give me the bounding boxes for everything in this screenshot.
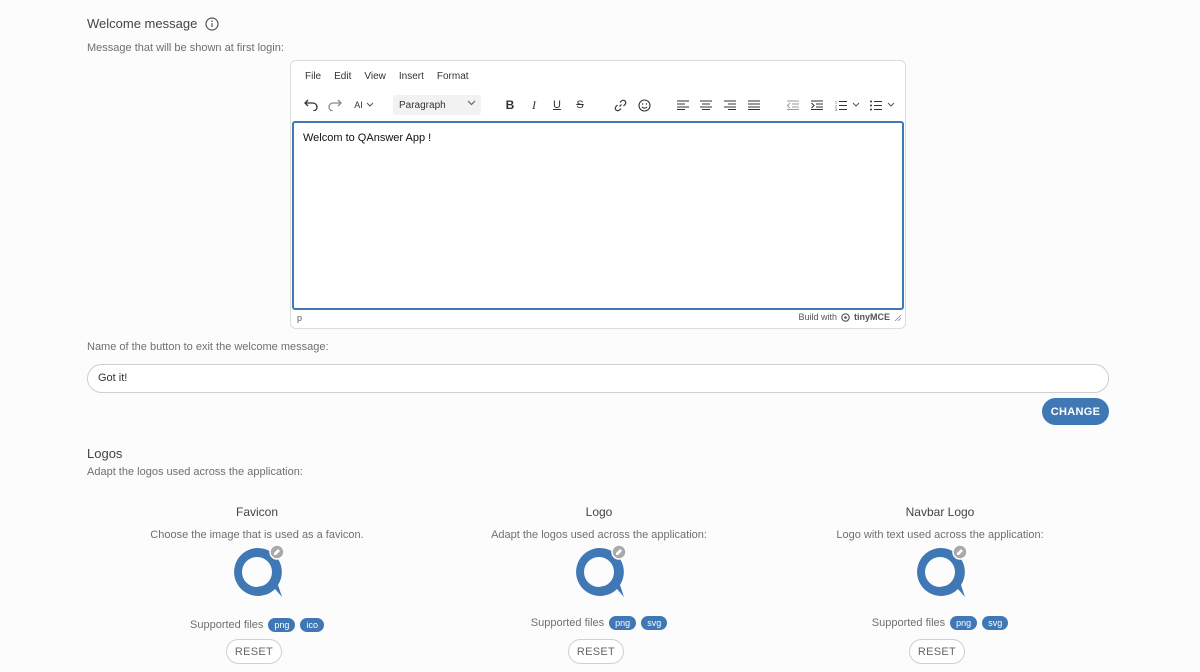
- logo-column: Logo Adapt the logos used across the app…: [429, 505, 769, 664]
- numbered-list-dropdown[interactable]: 123: [832, 94, 862, 116]
- format-chip: png: [268, 618, 296, 632]
- chevron-down-icon: [852, 102, 859, 107]
- favicon-supported-files: Supported files png ico: [87, 618, 427, 632]
- format-chip: png: [950, 616, 978, 630]
- resize-handle-icon: [894, 314, 901, 321]
- logo-preview[interactable]: [572, 544, 628, 601]
- branding-name: tinyMCE: [854, 312, 890, 322]
- format-chip: png: [609, 616, 637, 630]
- menu-view[interactable]: View: [364, 71, 386, 82]
- underline-icon[interactable]: U: [550, 94, 564, 116]
- menu-insert[interactable]: Insert: [399, 71, 424, 82]
- undo-icon[interactable]: [303, 94, 319, 116]
- tinymce-branding[interactable]: Build with tinyMCE: [798, 312, 901, 322]
- menu-edit[interactable]: Edit: [334, 71, 351, 82]
- format-chip: ico: [300, 618, 324, 632]
- qanswer-logo-icon: [234, 544, 285, 597]
- navbar-logo-description: Logo with text used across the applicati…: [836, 529, 1044, 541]
- qanswer-logo-icon: [917, 544, 968, 597]
- welcome-message-title: Welcome message: [87, 16, 219, 31]
- tinymce-logo-icon: [841, 312, 850, 322]
- logos-title: Logos: [87, 446, 123, 461]
- bullet-list-icon: [869, 100, 882, 110]
- navbar-logo-preview[interactable]: [913, 544, 969, 601]
- logos-description: Adapt the logos used across the applicat…: [87, 466, 303, 478]
- element-path[interactable]: p: [297, 313, 302, 323]
- welcome-description: Message that will be shown at first logi…: [87, 42, 284, 54]
- redo-icon[interactable]: [327, 94, 343, 116]
- chevron-down-icon: [467, 100, 476, 106]
- supported-files-label: Supported files: [190, 619, 264, 631]
- numbered-list-icon: 123: [835, 100, 847, 111]
- strikethrough-icon[interactable]: S: [573, 94, 587, 116]
- italic-icon[interactable]: I: [527, 94, 541, 116]
- format-chip: svg: [982, 616, 1009, 630]
- change-button[interactable]: CHANGE: [1042, 398, 1109, 425]
- exit-button-label: Name of the button to exit the welcome m…: [87, 341, 329, 353]
- editor-content-area[interactable]: Welcom to QAnswer App !: [292, 121, 904, 310]
- bold-icon[interactable]: B: [503, 94, 517, 116]
- editor-content-text: Welcom to QAnswer App !: [303, 132, 432, 144]
- chevron-down-icon: [887, 102, 894, 107]
- supported-files-label: Supported files: [530, 617, 605, 629]
- rich-text-editor: File Edit View Insert Format AI Paragrap…: [290, 60, 906, 329]
- ai-dropdown[interactable]: AI: [352, 94, 376, 116]
- welcome-title-text: Welcome message: [87, 16, 198, 31]
- align-center-icon[interactable]: [698, 94, 714, 116]
- favicon-reset-button[interactable]: RESET: [226, 639, 282, 664]
- link-icon[interactable]: [612, 94, 628, 116]
- info-icon[interactable]: [205, 16, 219, 31]
- chevron-down-icon: [366, 102, 374, 107]
- navbar-logo-reset-button[interactable]: RESET: [909, 639, 965, 664]
- qanswer-logo-icon: [576, 544, 627, 597]
- align-justify-icon[interactable]: [746, 94, 762, 116]
- emoji-icon[interactable]: [636, 94, 652, 116]
- menu-file[interactable]: File: [305, 71, 321, 82]
- logo-description: Adapt the logos used across the applicat…: [491, 529, 707, 541]
- editor-toolbar: AI Paragraph B I U S 1 2 3: [291, 94, 905, 116]
- exit-button-name-value: Got it!: [98, 372, 128, 384]
- branding-prefix: Build with: [798, 312, 837, 322]
- logo-reset-button[interactable]: RESET: [568, 639, 624, 664]
- navbar-logo-column: Navbar Logo Logo with text used across t…: [770, 505, 1110, 664]
- favicon-title: Favicon: [235, 505, 279, 519]
- outdent-icon[interactable]: [785, 94, 801, 116]
- supported-files-label: Supported files: [871, 617, 946, 629]
- indent-icon[interactable]: [809, 94, 825, 116]
- format-chip: svg: [641, 616, 668, 630]
- favicon-description: Choose the image that is used as a favic…: [150, 529, 364, 541]
- editor-menubar: File Edit View Insert Format: [305, 71, 469, 82]
- bullet-list-dropdown[interactable]: [867, 94, 897, 116]
- navbar-logo-supported-files: Supported files png svg: [770, 616, 1110, 630]
- favicon-preview[interactable]: [230, 544, 286, 601]
- block-format-value: Paragraph: [399, 99, 446, 111]
- block-format-select[interactable]: Paragraph: [393, 95, 481, 115]
- svg-text:3: 3: [835, 108, 837, 111]
- navbar-logo-title: Navbar Logo: [905, 505, 975, 519]
- align-left-icon[interactable]: [675, 94, 691, 116]
- align-right-icon[interactable]: [722, 94, 738, 116]
- logo-title: Logo: [585, 505, 613, 519]
- menu-format[interactable]: Format: [437, 71, 469, 82]
- logo-supported-files: Supported files png svg: [429, 616, 769, 630]
- exit-button-name-input[interactable]: Got it!: [87, 364, 1109, 393]
- ai-label: AI: [354, 100, 363, 110]
- editor-statusbar: p Build with tinyMCE: [291, 308, 905, 328]
- favicon-column: Favicon Choose the image that is used as…: [87, 505, 427, 664]
